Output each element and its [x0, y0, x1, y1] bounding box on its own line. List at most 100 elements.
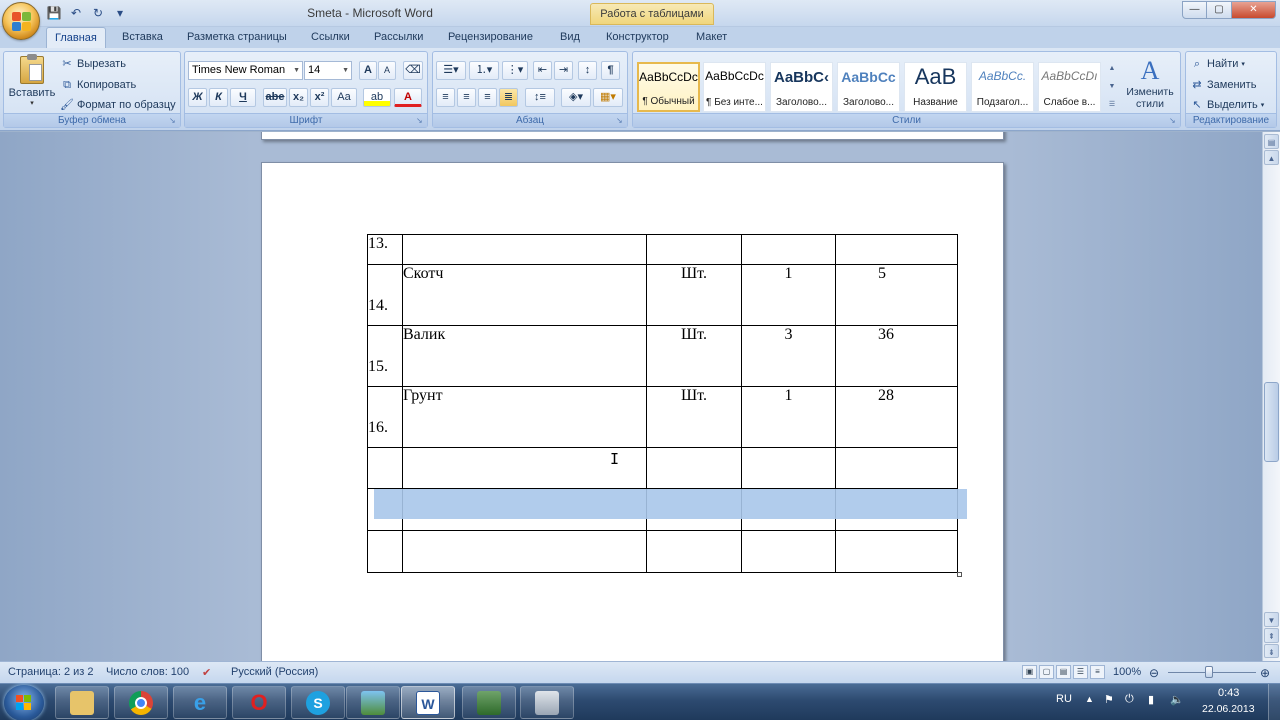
taskbar-ie[interactable]: e	[173, 686, 227, 719]
tab-references[interactable]: Ссылки	[303, 27, 358, 48]
borders-icon[interactable]: ▦▾	[593, 88, 623, 107]
align-right-icon[interactable]: ≡	[478, 88, 497, 107]
minimize-button[interactable]: —	[1182, 1, 1207, 19]
word-count[interactable]: Число слов: 100	[106, 666, 189, 678]
sort-icon[interactable]: ↕	[578, 61, 597, 80]
bullets-icon[interactable]: ☰▾	[436, 61, 466, 80]
taskbar-app-2[interactable]	[520, 686, 574, 719]
estimate-table[interactable]: 13. 14. Скотч Шт. 1 5 15. Валик Шт. 3 36	[367, 234, 958, 573]
action-center-icon[interactable]: ⚑	[1104, 693, 1114, 706]
change-styles-button[interactable]: A Изменить стили	[1122, 56, 1178, 114]
start-button[interactable]	[4, 685, 44, 720]
font-size-combo[interactable]: 14 ▼	[304, 61, 352, 80]
dialog-launcher-icon[interactable]: ↘	[616, 116, 625, 125]
scroll-up-icon[interactable]: ▲	[1264, 150, 1279, 165]
cell-number[interactable]: 15.	[367, 325, 403, 387]
zoom-out-icon[interactable]: ⊖	[1149, 666, 1159, 680]
cell-name[interactable]: Грунт	[402, 386, 647, 448]
taskbar-photo-viewer[interactable]	[346, 686, 400, 719]
line-spacing-icon[interactable]: ↕≡	[525, 88, 555, 107]
cell-unit[interactable]: Шт.	[646, 264, 742, 326]
shrink-font-button[interactable]: A	[378, 61, 396, 80]
input-language[interactable]: RU	[1056, 693, 1072, 705]
style-heading-2[interactable]: AaBbCc Заголово...	[837, 62, 900, 112]
close-button[interactable]: ✕	[1232, 1, 1276, 19]
language-indicator[interactable]: Русский (Россия)	[231, 666, 318, 678]
network-icon[interactable]: ▮	[1148, 693, 1154, 706]
strikethrough-button[interactable]: abe	[263, 88, 287, 107]
styles-scroll[interactable]: ▲ ▼ ☰	[1106, 60, 1118, 114]
table-row[interactable]	[367, 447, 958, 489]
paste-button[interactable]: Вставить ▾	[8, 54, 56, 112]
cell-quantity[interactable]: 3	[741, 325, 836, 387]
web-layout-icon[interactable]: ▤	[1056, 665, 1071, 679]
clock-date[interactable]: 22.06.2013	[1202, 703, 1255, 715]
cell-number[interactable]: 14.	[367, 264, 403, 326]
taskbar-chrome[interactable]	[114, 686, 168, 719]
cell-unit[interactable]	[646, 234, 742, 265]
change-case-button[interactable]: Aa	[331, 88, 357, 107]
cell-unit[interactable]	[646, 447, 742, 489]
format-painter-button[interactable]: 🖌 Формат по образцу	[60, 96, 176, 114]
table-row[interactable]: 16. Грунт Шт. 1 28	[367, 386, 958, 448]
style-normal[interactable]: AaBbCcDc ¶ Обычный	[637, 62, 700, 112]
maximize-button[interactable]: ▢	[1207, 1, 1232, 19]
tab-insert[interactable]: Вставка	[114, 27, 171, 48]
cell-unit[interactable]: Шт.	[646, 325, 742, 387]
cell-price[interactable]: 28	[835, 386, 958, 448]
zoom-slider-thumb[interactable]	[1205, 666, 1213, 678]
cell-price[interactable]	[835, 234, 958, 265]
cell-name[interactable]: Валик	[402, 325, 647, 387]
cell-number[interactable]	[367, 530, 403, 573]
cell-quantity[interactable]	[741, 234, 836, 265]
cell-price[interactable]: 5	[835, 264, 958, 326]
tab-review[interactable]: Рецензирование	[440, 27, 541, 48]
replace-button[interactable]: ⇄ Заменить	[1190, 76, 1256, 94]
cell-quantity[interactable]: 1	[741, 264, 836, 326]
dialog-launcher-icon[interactable]: ↘	[416, 116, 425, 125]
show-desktop-button[interactable]	[1268, 684, 1280, 720]
cell-name[interactable]: Скотч	[402, 264, 647, 326]
cell-number[interactable]: 13.	[367, 234, 403, 265]
font-color-icon[interactable]: A	[394, 88, 422, 107]
dialog-launcher-icon[interactable]: ↘	[1169, 116, 1178, 125]
outline-icon[interactable]: ☰	[1073, 665, 1088, 679]
tab-mailings[interactable]: Рассылки	[366, 27, 431, 48]
scrollbar-thumb[interactable]	[1264, 382, 1279, 462]
tab-layout[interactable]: Макет	[688, 27, 735, 48]
bold-button[interactable]: Ж	[188, 88, 207, 107]
superscript-button[interactable]: x²	[310, 88, 329, 107]
shading-icon[interactable]: ◈▾	[561, 88, 591, 107]
highlight-icon[interactable]: ab	[363, 88, 391, 107]
copy-button[interactable]: ⧉ Копировать	[60, 76, 136, 94]
decrease-indent-icon[interactable]: ⇤	[533, 61, 552, 80]
find-button[interactable]: ⌕ Найти ▾	[1190, 55, 1245, 73]
table-row[interactable]	[367, 530, 958, 573]
cell-quantity[interactable]	[741, 447, 836, 489]
tab-home[interactable]: Главная	[46, 27, 106, 48]
page-indicator[interactable]: Страница: 2 из 2	[8, 666, 94, 678]
cell-unit[interactable]	[646, 530, 742, 573]
taskbar-word[interactable]: W	[401, 686, 455, 719]
cell-number[interactable]: 16.	[367, 386, 403, 448]
taskbar-opera[interactable]: O	[232, 686, 286, 719]
zoom-in-icon[interactable]: ⊕	[1260, 666, 1270, 680]
font-name-combo[interactable]: Times New Roman ▼	[188, 61, 303, 80]
previous-page-icon[interactable]: ⇞	[1264, 628, 1279, 643]
document-area[interactable]: 13. 14. Скотч Шт. 1 5 15. Валик Шт. 3 36	[0, 132, 1262, 661]
ruler-toggle-icon[interactable]: ▤	[1264, 134, 1279, 149]
vertical-scrollbar[interactable]: ▤ ▲ ▼ ⇞ ⇟	[1262, 132, 1280, 661]
select-button[interactable]: ↖ Выделить ▾	[1190, 96, 1264, 114]
clock-time[interactable]: 0:43	[1218, 687, 1239, 699]
style-title[interactable]: AaB Название	[904, 62, 967, 112]
style-subtle-emphasis[interactable]: AaBbCcDı Слабое в...	[1038, 62, 1101, 112]
tab-view[interactable]: Вид	[552, 27, 588, 48]
align-left-icon[interactable]: ≡	[436, 88, 455, 107]
style-subtitle[interactable]: AaBbCc. Подзагол...	[971, 62, 1034, 112]
table-row[interactable]: 13.	[367, 234, 958, 265]
full-screen-reading-icon[interactable]: ▢	[1039, 665, 1054, 679]
cell-price[interactable]	[835, 447, 958, 489]
underline-button[interactable]: Ч	[230, 88, 256, 107]
taskbar-app[interactable]	[462, 686, 516, 719]
tab-design[interactable]: Конструктор	[598, 27, 677, 48]
